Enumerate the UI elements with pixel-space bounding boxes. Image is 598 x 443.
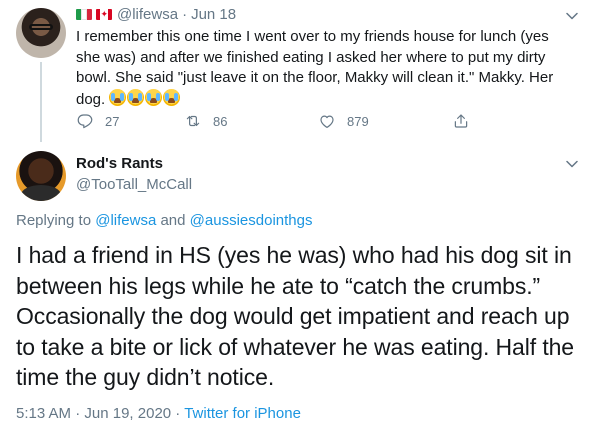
chevron-down-icon[interactable] [566,158,578,170]
mention-link[interactable]: @lifewsa [95,212,156,229]
tweet-time[interactable]: 5:13 AM [16,405,71,422]
retweet-icon [186,115,200,127]
author-handle[interactable]: @TooTall_McCall [76,176,192,193]
reply-icon [77,114,93,129]
heart-icon [320,115,334,128]
crying-face-emoji-icon [163,88,181,106]
replying-and: and [156,212,190,229]
italy-flag-icon [76,9,92,20]
crying-face-emoji-icon [109,88,127,106]
tweet-text: I had a friend in HS (yes he was) who ha… [16,242,575,390]
avatar-shirt [21,185,61,201]
parent-date[interactable]: Jun 18 [191,6,236,23]
tweet-source-link[interactable]: Twitter for iPhone [184,405,301,422]
flag-emoji-group: ✦ [76,9,112,20]
tweet-actions-bar: 27 86 879 [76,110,516,132]
share-icon [454,114,468,128]
retweet-count: 86 [213,113,228,129]
reply-button[interactable]: 27 [76,112,119,130]
tweet-metadata: 5:13 AM · Jun 19, 2020 · Twitter for iPh… [16,405,301,422]
parent-tweet-header: ✦ @lifewsa · Jun 18 [76,6,236,23]
parent-handle[interactable]: @lifewsa [117,6,178,23]
mention-link[interactable]: @aussiesdointhgs [190,212,313,229]
crying-face-emoji-icon [145,88,163,106]
author-name[interactable]: Rod's Rants [76,155,163,172]
like-button[interactable]: 879 [318,112,369,130]
tweet-date[interactable]: Jun 19, 2020 [84,405,171,422]
replying-prefix: Replying to [16,212,96,229]
share-button[interactable] [452,112,470,130]
meta-separator: · [171,405,185,422]
meta-separator: · [71,405,85,422]
avatar[interactable] [16,151,66,201]
thread-connector-line [40,62,42,142]
chevron-down-icon[interactable] [566,10,578,22]
replying-to-line: Replying to @lifewsa and @aussiesdointhg… [16,212,312,229]
parent-tweet-text: I remember this one time I went over to … [76,27,576,110]
like-count: 879 [347,113,369,129]
canada-flag-icon: ✦ [96,9,112,20]
emoji-group [109,88,181,106]
crying-face-emoji-icon [127,88,145,106]
avatar[interactable] [16,8,66,58]
glasses-icon [29,24,53,30]
retweet-button[interactable]: 86 [184,112,227,130]
reply-count: 27 [105,113,120,129]
header-separator: · [182,6,188,23]
